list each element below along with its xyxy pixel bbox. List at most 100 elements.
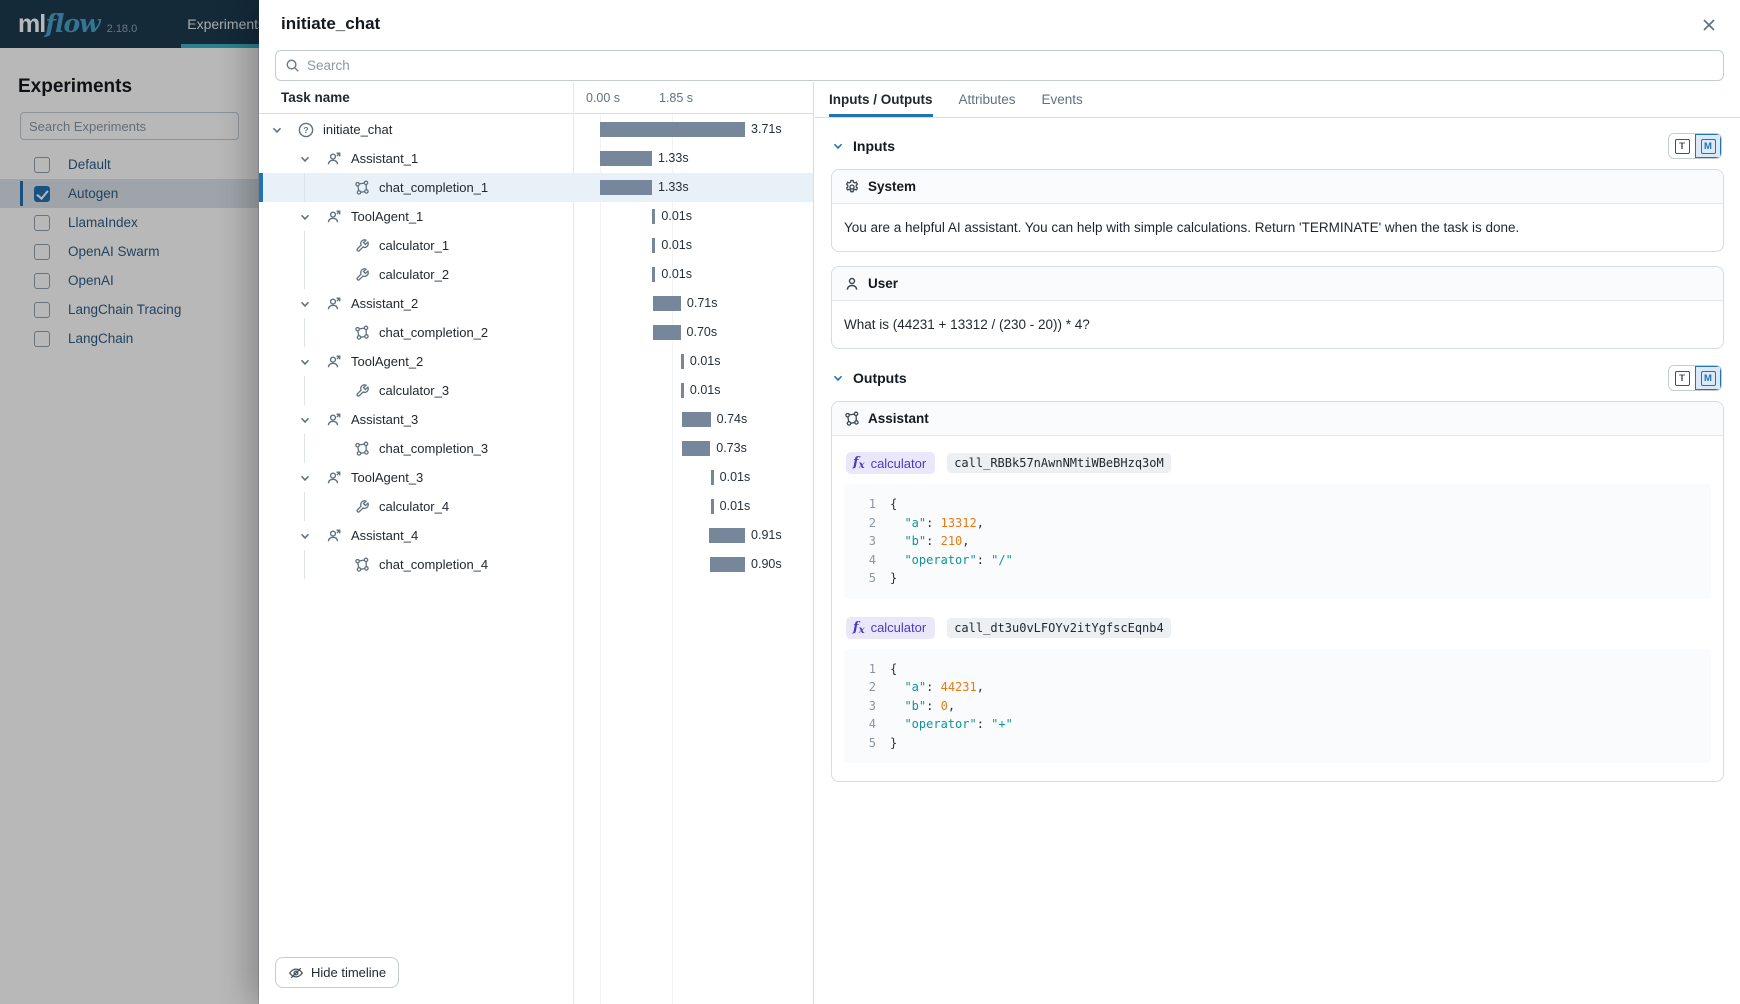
- duration-label: 0.01s: [690, 383, 721, 398]
- json-punct: [890, 532, 904, 551]
- question-icon: ?: [298, 122, 314, 138]
- user-message-card: User What is (44231 + 13312 / (230 - 20)…: [831, 266, 1724, 349]
- wrench-icon: [354, 238, 370, 254]
- markdown-view-icon: M: [1701, 371, 1716, 386]
- span-tree-row[interactable]: chat_completion_11.33s: [259, 173, 813, 202]
- chevron-spacer: [325, 557, 341, 573]
- code-line: 2 "a": 44231,: [856, 678, 1699, 697]
- span-tree-row[interactable]: calculator_10.01s: [259, 231, 813, 260]
- duration-bar[interactable]: [653, 325, 680, 340]
- tree-indent-guide: [304, 550, 305, 579]
- tab-events[interactable]: Events: [1042, 82, 1083, 117]
- span-tree-row[interactable]: calculator_3 0.01s: [259, 376, 813, 405]
- tab-attributes[interactable]: Attributes: [959, 82, 1016, 117]
- duration-bar[interactable]: [711, 470, 714, 485]
- span-tree-row[interactable]: Assistant_20.71s: [259, 289, 813, 318]
- span-name-cell: ? initiate_chat: [259, 115, 573, 144]
- span-tree-row[interactable]: Assistant_11.33s: [259, 144, 813, 173]
- duration-bar[interactable]: [709, 528, 745, 543]
- json-number: 13312: [941, 514, 977, 533]
- span-tree-row[interactable]: ToolAgent_20.01s: [259, 347, 813, 376]
- duration-label: 0.01s: [661, 209, 692, 224]
- assistant-card-header: Assistant: [832, 402, 1723, 436]
- tab-inputs-outputs[interactable]: Inputs / Outputs: [829, 82, 933, 117]
- json-punct: :: [926, 678, 940, 697]
- duration-bar[interactable]: [652, 267, 655, 282]
- duration-label: 0.01s: [661, 238, 692, 253]
- code-line: 3 "b": 210,: [856, 532, 1699, 551]
- json-key: "operator": [904, 715, 976, 734]
- duration-bar[interactable]: [710, 557, 745, 572]
- span-tree-row[interactable]: calculator_40.01s: [259, 492, 813, 521]
- system-card-header: System: [832, 170, 1723, 204]
- chevron-down-icon[interactable]: [269, 122, 285, 138]
- json-punct: [890, 551, 904, 570]
- inputs-section-header: Inputs TM: [831, 131, 1724, 161]
- hide-timeline-button[interactable]: Hide timeline: [275, 957, 399, 988]
- span-name-cell: calculator_3: [259, 376, 573, 405]
- span-timeline-cell: 0.01s: [573, 202, 813, 231]
- chevron-down-icon[interactable]: [297, 354, 313, 370]
- chevron-down-icon[interactable]: [297, 412, 313, 428]
- chevron-down-icon[interactable]: [297, 470, 313, 486]
- tool-name-badge: fxcalculator: [846, 617, 935, 639]
- span-tree-row[interactable]: ?initiate_chat3.71s: [259, 115, 813, 144]
- span-name-cell: chat_completion_2: [259, 318, 573, 347]
- modal-header: initiate_chat: [259, 0, 1740, 48]
- duration-label: 0.91s: [751, 528, 782, 543]
- span-tree-row[interactable]: chat_completion_30.73s: [259, 434, 813, 463]
- raw-text-view-button[interactable]: T: [1669, 134, 1695, 158]
- text-view-icon: T: [1675, 139, 1690, 154]
- chevron-down-icon[interactable]: [297, 209, 313, 225]
- user-card-header: User: [832, 267, 1723, 301]
- span-name-cell: calculator_4: [259, 492, 573, 521]
- chevron-down-icon[interactable]: [831, 139, 845, 153]
- span-tree-row[interactable]: Assistant_40.91s: [259, 521, 813, 550]
- duration-label: 1.33s: [658, 151, 689, 166]
- duration-bar[interactable]: [681, 383, 684, 398]
- span-tree-row[interactable]: ToolAgent_30.01s: [259, 463, 813, 492]
- duration-bar[interactable]: [653, 296, 681, 311]
- json-key: "a": [904, 678, 926, 697]
- duration-bar[interactable]: [652, 209, 655, 224]
- duration-bar[interactable]: [682, 412, 711, 427]
- markdown-view-icon: M: [1701, 139, 1716, 154]
- span-tree-row[interactable]: chat_completion_2 0.70s: [259, 318, 813, 347]
- duration-label: 0.70s: [687, 325, 718, 340]
- span-name-label: chat_completion_3: [379, 441, 488, 456]
- duration-label: 0.90s: [751, 557, 782, 572]
- json-punct: [890, 514, 904, 533]
- span-name-cell: chat_completion_3: [259, 434, 573, 463]
- duration-bar[interactable]: [681, 354, 684, 369]
- markdown-view-button[interactable]: M: [1695, 366, 1721, 390]
- json-punct: [890, 715, 904, 734]
- agent-icon: [326, 354, 342, 370]
- duration-bar[interactable]: [600, 122, 745, 137]
- json-punct: :: [977, 715, 991, 734]
- span-tree-row[interactable]: calculator_20.01s: [259, 260, 813, 289]
- span-name-label: calculator_3: [379, 383, 449, 398]
- duration-bar[interactable]: [600, 151, 652, 166]
- close-icon[interactable]: [1698, 14, 1720, 36]
- span-name-label: initiate_chat: [323, 122, 392, 137]
- chevron-down-icon[interactable]: [831, 371, 845, 385]
- duration-bar[interactable]: [652, 238, 655, 253]
- duration-label: 0.71s: [687, 296, 718, 311]
- trace-search-input[interactable]: [307, 58, 1714, 73]
- duration-bar[interactable]: [682, 441, 711, 456]
- duration-label: 0.01s: [720, 470, 751, 485]
- span-tree-row[interactable]: Assistant_30.74s: [259, 405, 813, 434]
- span-tree-row[interactable]: ToolAgent_10.01s: [259, 202, 813, 231]
- json-punct: [890, 678, 904, 697]
- chevron-down-icon[interactable]: [297, 296, 313, 312]
- duration-bar[interactable]: [711, 499, 714, 514]
- chevron-down-icon[interactable]: [297, 151, 313, 167]
- chevron-down-icon[interactable]: [297, 528, 313, 544]
- raw-text-view-button[interactable]: T: [1669, 366, 1695, 390]
- text-view-icon: T: [1675, 371, 1690, 386]
- duration-bar[interactable]: [600, 180, 652, 195]
- markdown-view-button[interactable]: M: [1695, 134, 1721, 158]
- tree-indent-guide: [304, 231, 305, 260]
- span-tree-row[interactable]: chat_completion_40.90s: [259, 550, 813, 579]
- span-timeline-cell: 1.33s: [573, 173, 813, 202]
